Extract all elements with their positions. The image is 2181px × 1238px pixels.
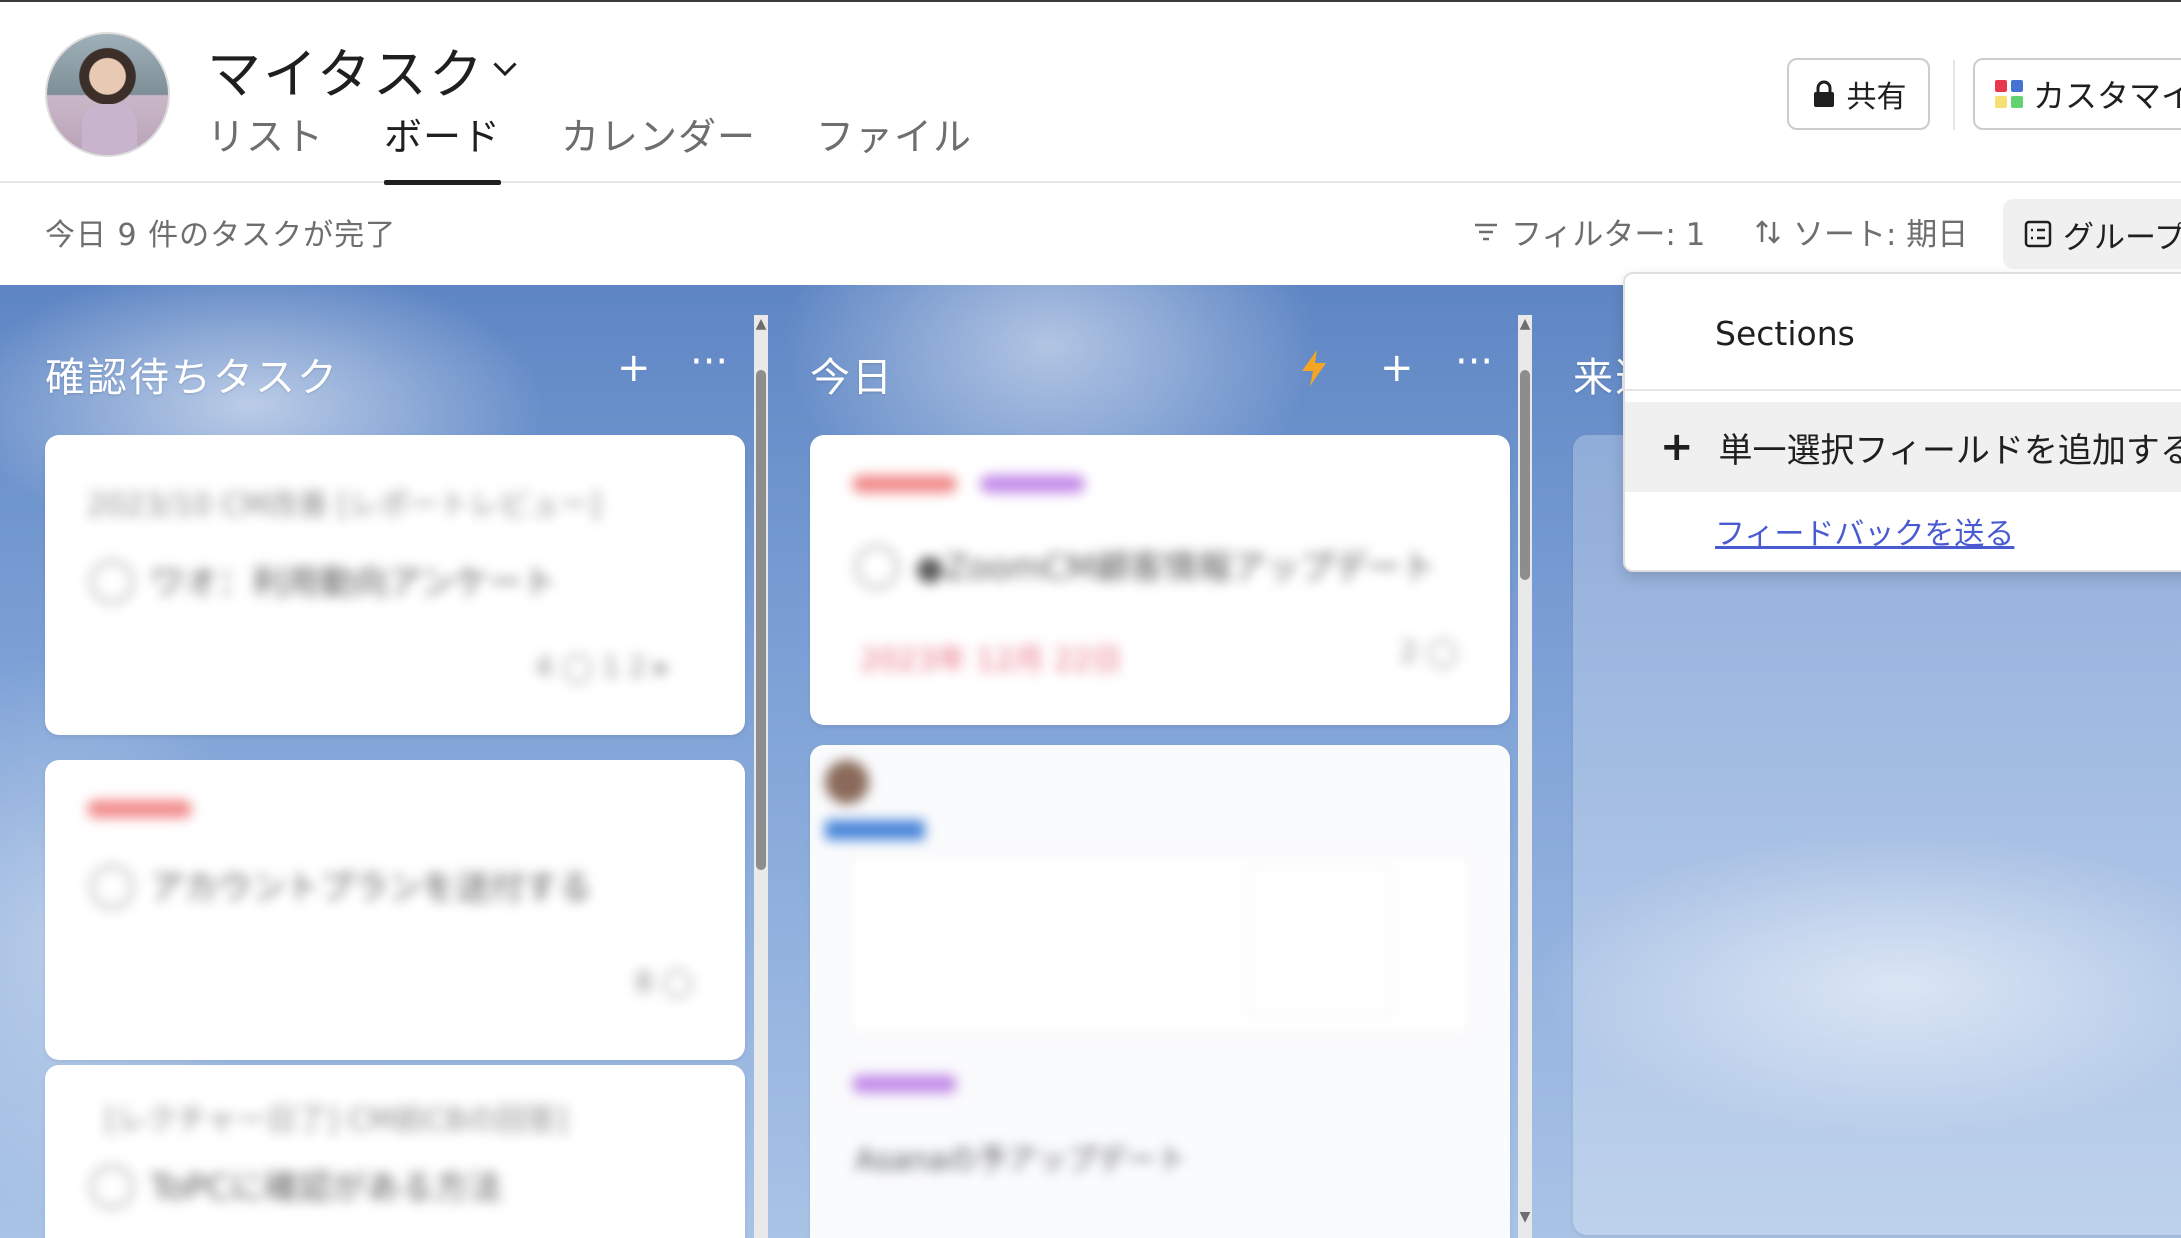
view-tabs: リスト ボード カレンダー ファイル [207,104,1032,185]
filter-label: フィルター: 1 [1511,217,1706,253]
sort-icon [1756,219,1780,244]
share-button[interactable]: 共有 [1787,58,1930,130]
task-card[interactable]: ●ZoomCM顧客情報アップデート 2023年 12月 22日 2 ◯ [810,435,1510,725]
sort-label: ソート: 期日 [1793,217,1969,253]
tab-files[interactable]: ファイル [816,104,972,185]
column-title-today: 今日 [810,355,894,401]
column-scrollbar[interactable]: ▲ ▼ [1518,315,1532,1238]
share-label: 共有 [1846,80,1907,115]
group-label: グループ [2063,219,2181,256]
task-card[interactable]: 2023/10 CM改善 [レポートレビュー] ワオ：利用動向アンケート 4 ◯… [45,435,745,735]
group-button[interactable]: グループ [2003,199,2181,269]
plus-icon: + [1660,424,1694,470]
chevron-down-icon[interactable] [487,50,523,86]
user-avatar[interactable] [45,32,170,157]
task-card[interactable]: アカウントプランを送付する 8 ◯ [45,760,745,1060]
apps-icon [1995,80,2023,108]
board-toolbar: 今日 9 件のタスクが完了 フィルター: 1 ソート: 期日 グループ [0,185,2181,285]
customize-button[interactable]: カスタマイズ [1973,58,2181,130]
customize-label: カスタマイズ [2033,77,2181,115]
menu-item-sections[interactable]: Sections [1715,314,1855,353]
tab-board[interactable]: ボード [384,104,502,185]
completed-status: 今日 9 件のタスクが完了 [45,218,397,253]
project-title[interactable]: マイタスク [207,30,485,109]
more-options-icon[interactable]: ··· [1455,339,1493,385]
lock-icon [1813,80,1834,107]
task-card[interactable]: [レクチャー日了] CM前CBの回答] ToPCに確認がある方法 [45,1065,745,1238]
tab-calendar[interactable]: カレンダー [561,104,756,185]
filter-icon [1475,223,1497,240]
task-card[interactable]: Asanaの予アップデート [810,745,1510,1238]
lightning-icon[interactable] [1298,348,1330,388]
add-task-icon[interactable]: + [617,345,651,391]
tab-list[interactable]: リスト [207,104,324,185]
column-title-pending: 確認待ちタスク [45,355,339,401]
add-field-label: 単一選択フィールドを追加する [1718,430,2181,471]
sort-button[interactable]: ソート: 期日 [1755,209,1968,254]
group-dropdown-menu: Sections + 単一選択フィールドを追加する フィードバックを送る [1623,272,2181,572]
menu-divider [1625,389,2181,391]
group-icon [2024,220,2052,248]
filter-button[interactable]: フィルター: 1 [1473,209,1705,254]
project-header: マイタスク リスト ボード カレンダー ファイル 共有 カスタマイズ [0,0,2181,185]
feedback-link[interactable]: フィードバックを送る [1715,509,2014,553]
more-options-icon[interactable]: ··· [690,339,728,385]
header-divider [1953,60,1955,130]
menu-item-add-single-select-field[interactable]: + 単一選択フィールドを追加する [1625,402,2181,492]
column-scrollbar[interactable]: ▲ [754,315,768,1238]
add-task-icon[interactable]: + [1380,345,1414,391]
